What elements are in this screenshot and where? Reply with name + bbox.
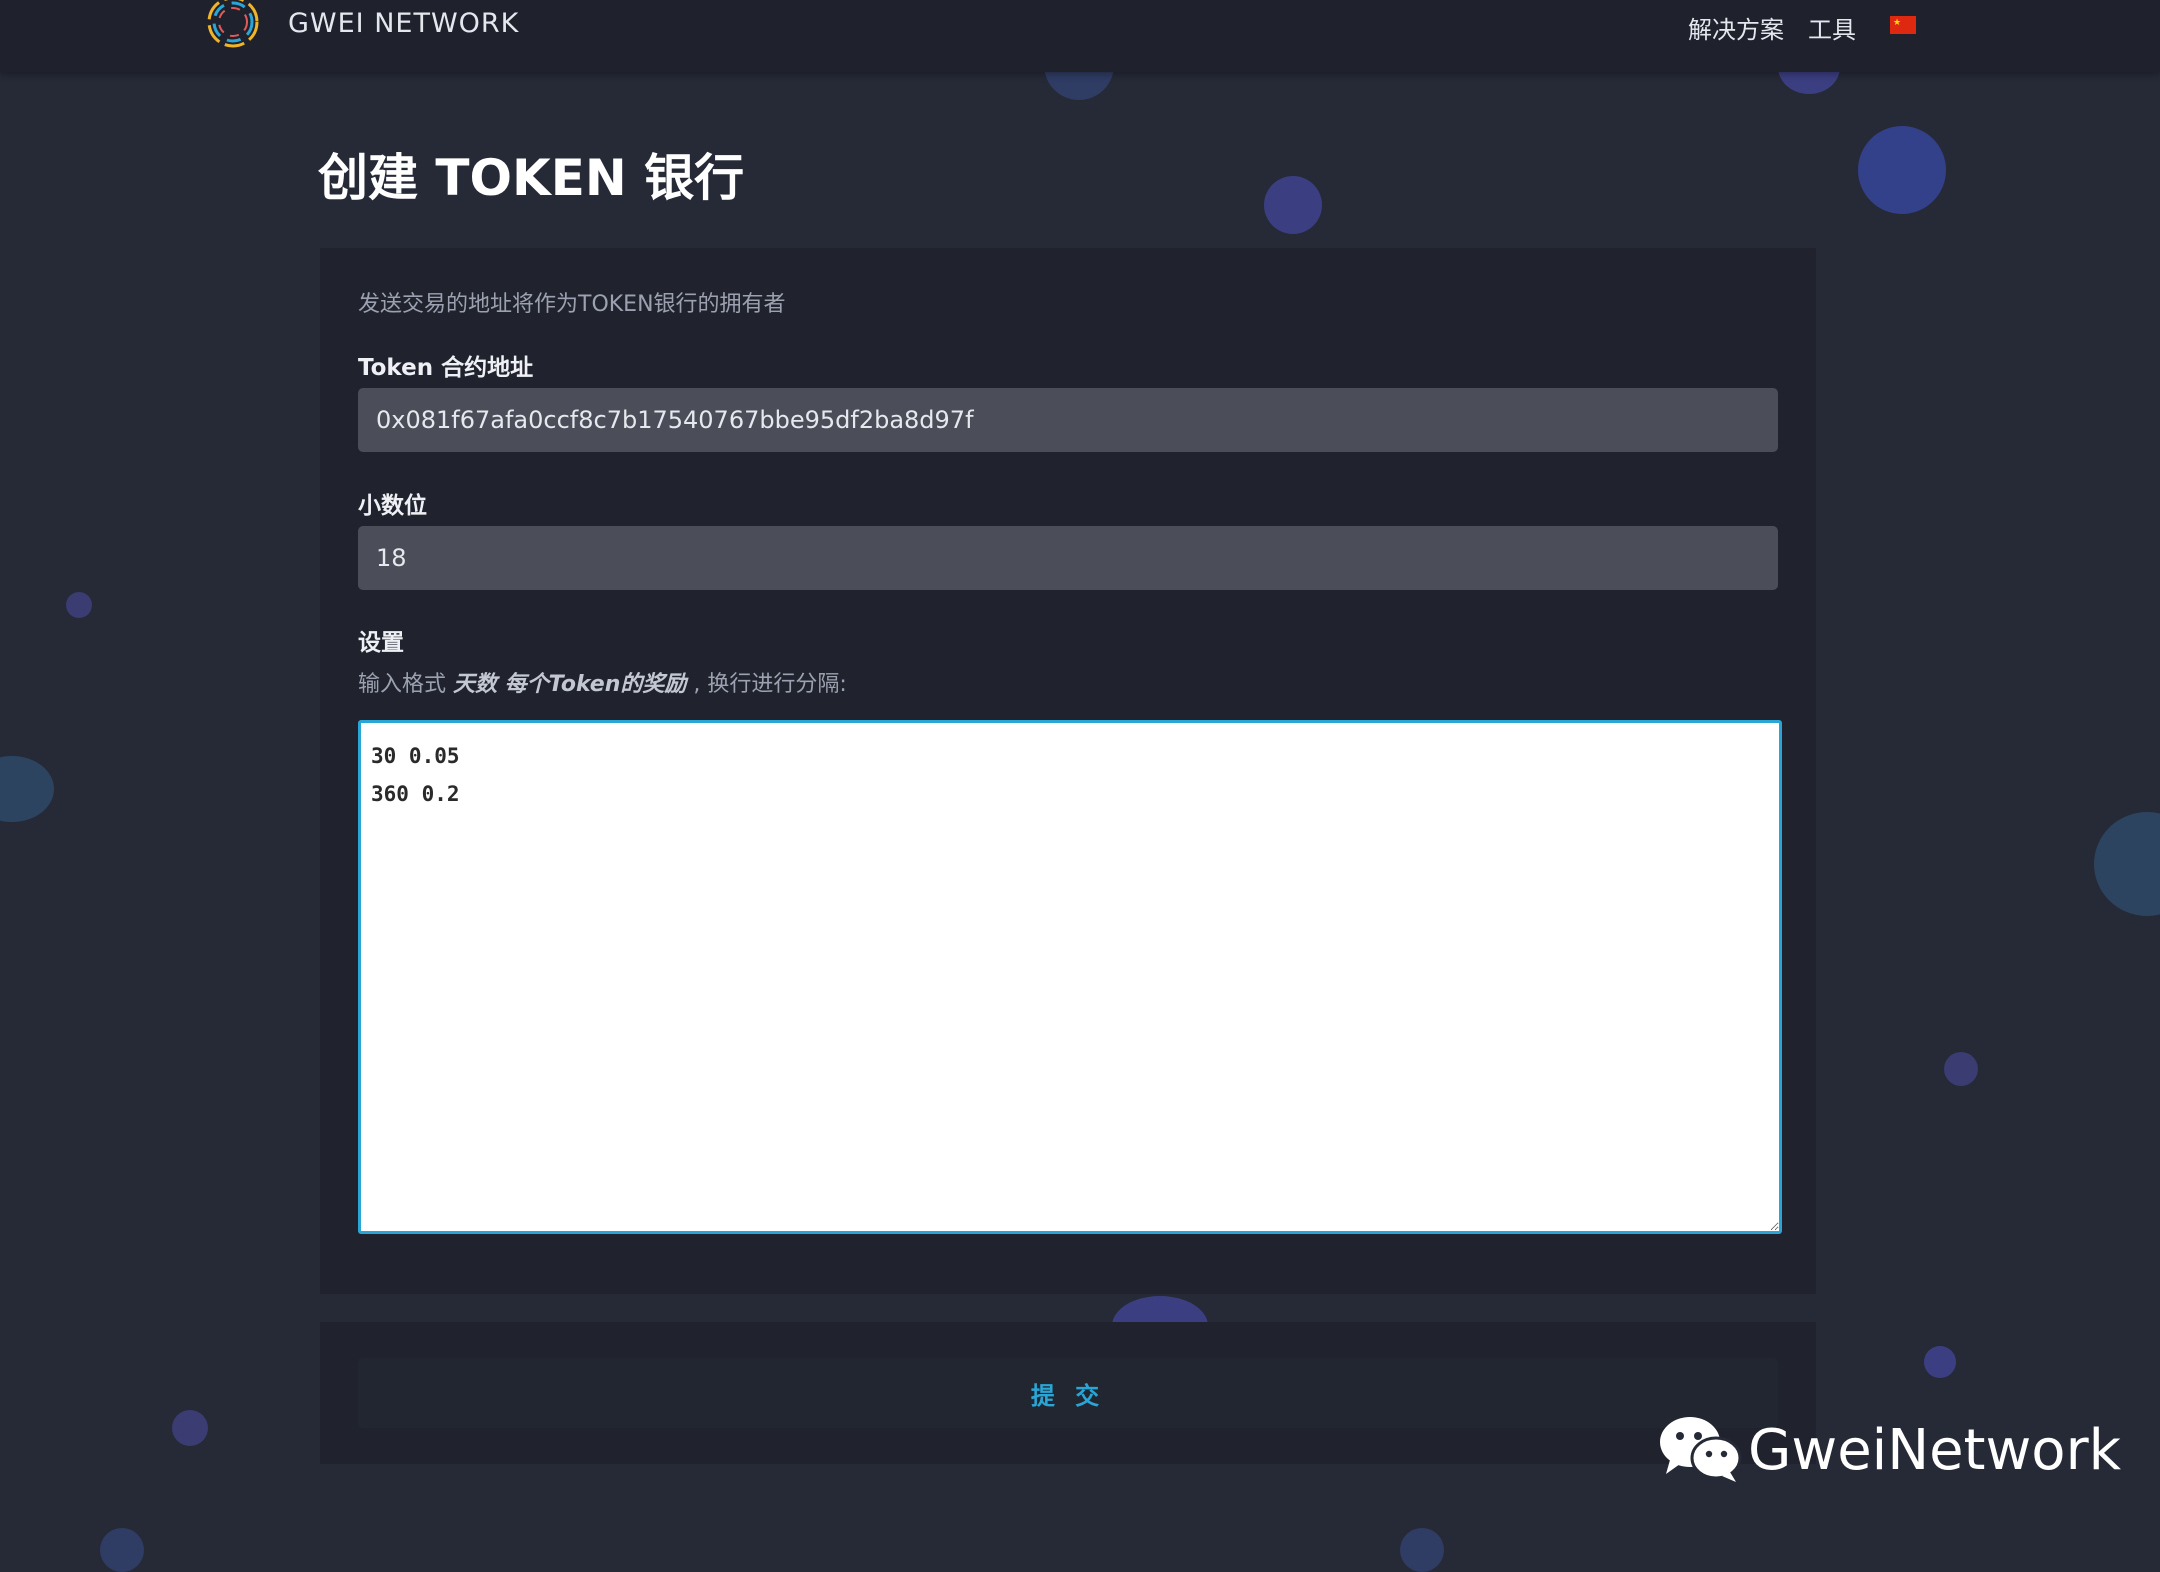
settings-label: 设置 xyxy=(358,630,404,656)
watermark-text: GweiNetwork xyxy=(1748,1418,2122,1483)
wechat-icon xyxy=(1660,1417,1742,1482)
page-title: 创建 TOKEN 银行 xyxy=(318,149,745,207)
submit-button[interactable]: 提 交 xyxy=(358,1358,1778,1428)
decorative-dot xyxy=(172,1410,208,1446)
decorative-dot xyxy=(66,592,92,618)
token-address-label: Token 合约地址 xyxy=(358,355,534,381)
form-panel: 发送交易的地址将作为TOKEN银行的拥有者 Token 合约地址 小数位 设置 … xyxy=(320,248,1816,1294)
settings-help-prefix: 输入格式 xyxy=(358,672,453,697)
decorative-dot xyxy=(1944,1052,1978,1086)
decorative-dot xyxy=(1400,1528,1444,1572)
decorative-dot xyxy=(0,756,54,822)
settings-help-emphasis: 天数 每个Token的奖励 xyxy=(453,672,687,697)
decorative-dot xyxy=(1264,176,1322,234)
decorative-dot xyxy=(1858,126,1946,214)
token-address-input[interactable] xyxy=(358,388,1778,452)
settings-help-suffix: , 换行进行分隔: xyxy=(686,672,847,697)
brand-name[interactable]: GWEI NETWORK xyxy=(288,8,519,39)
gwei-logo-icon[interactable] xyxy=(205,0,261,50)
decorative-dot xyxy=(1924,1346,1956,1378)
nav-solutions-link[interactable]: 解决方案 xyxy=(1688,10,1784,45)
settings-textarea[interactable]: 30 0.05 360 0.2 xyxy=(358,720,1782,1234)
top-navbar: GWEI NETWORK 解决方案 工具 ★ xyxy=(0,0,2160,72)
decimals-label: 小数位 xyxy=(358,493,427,519)
decorative-dot xyxy=(2094,812,2160,916)
owner-hint-text: 发送交易的地址将作为TOKEN银行的拥有者 xyxy=(358,292,786,317)
decorative-dot xyxy=(100,1528,144,1572)
submit-panel: 提 交 xyxy=(320,1322,1816,1464)
decimals-input[interactable] xyxy=(358,526,1778,590)
nav-tools-link[interactable]: 工具 xyxy=(1808,10,1856,45)
settings-format-help: 输入格式 天数 每个Token的奖励 , 换行进行分隔: xyxy=(358,666,847,698)
china-flag-icon[interactable]: ★ xyxy=(1890,16,1916,34)
